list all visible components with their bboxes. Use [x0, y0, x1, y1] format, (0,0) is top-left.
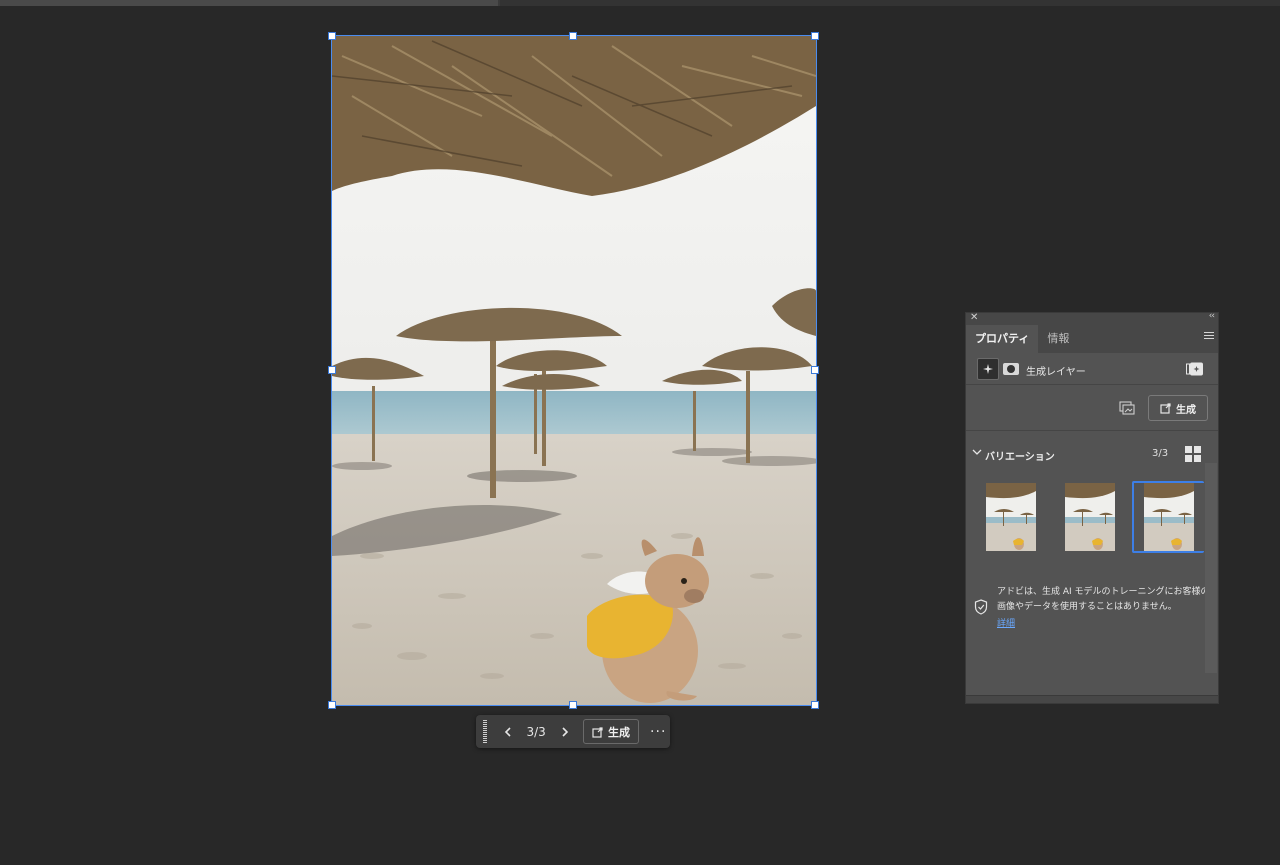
panel-scrollbar[interactable] — [1205, 463, 1217, 673]
panel-generate-button[interactable]: 生成 — [1148, 395, 1208, 421]
transform-handle-middle-left[interactable] — [328, 366, 336, 374]
contextual-taskbar: 3/3 生成 ··· — [476, 715, 670, 748]
taskbar-generate-button[interactable]: 生成 — [582, 719, 640, 744]
shield-check-icon — [974, 599, 988, 615]
layer-options-icon[interactable] — [1186, 362, 1204, 376]
chevron-right-icon — [562, 726, 568, 737]
variations-section-header: バリエーション 3/3 — [966, 443, 1218, 465]
layer-info-row: 生成レイヤー — [966, 353, 1218, 385]
chevron-left-icon — [504, 726, 511, 737]
more-options-button[interactable]: ··· — [646, 720, 670, 744]
next-variation-button[interactable] — [555, 720, 575, 744]
panel-title-bar[interactable]: ✕ ‹‹ — [966, 311, 1218, 325]
panel-bottom-bar — [966, 695, 1218, 703]
transform-handle-top-left[interactable] — [328, 32, 336, 40]
generative-layer-thumbnail[interactable] — [977, 358, 999, 380]
grid-view-icon[interactable] — [1185, 446, 1201, 462]
layer-name: 生成レイヤー — [1026, 367, 1086, 378]
taskbar-drag-handle[interactable] — [480, 720, 490, 743]
chevron-down-icon[interactable] — [972, 447, 982, 457]
variation-thumbnail-2[interactable] — [1065, 483, 1115, 551]
transform-handle-top-center[interactable] — [569, 32, 577, 40]
transform-handle-top-right[interactable] — [811, 32, 819, 40]
variation-counter: 3/3 — [526, 724, 546, 739]
variation-thumbnail-image — [1144, 483, 1194, 551]
variation-thumbnail-image — [1065, 483, 1115, 551]
panel-generate-label: 生成 — [1176, 404, 1196, 416]
notice-text: アドビは、生成 AI モデルのトレーニングにお客様の画像やデータを使用することは… — [997, 587, 1210, 612]
tab-info[interactable]: 情報 — [1038, 325, 1078, 353]
active-document-tab[interactable] — [0, 0, 498, 6]
variation-thumbnail-image — [986, 483, 1036, 551]
previous-variation-button[interactable] — [498, 720, 518, 744]
collapse-icon[interactable]: ‹‹ — [1209, 311, 1215, 321]
variation-thumbnail-1[interactable] — [986, 483, 1036, 551]
panel-menu-icon[interactable] — [1204, 332, 1214, 341]
generate-row: 生成 — [966, 385, 1218, 431]
variation-thumbnails — [966, 479, 1218, 555]
sparkle-icon — [983, 364, 993, 374]
close-icon[interactable]: ✕ — [970, 312, 978, 323]
properties-panel: ✕ ‹‹ プロパティ 情報 生成レイヤー 生成 バリエーション 3/3 アドビは… — [965, 311, 1219, 704]
transform-handle-bottom-left[interactable] — [328, 701, 336, 709]
beach-scene-illustration — [332, 36, 816, 705]
canvas-image[interactable] — [331, 35, 817, 706]
learn-more-link[interactable]: 詳細 — [997, 616, 1015, 629]
tab-strip-background — [500, 0, 1280, 6]
document-tab-strip — [0, 0, 1280, 6]
mask-icon[interactable] — [1003, 363, 1019, 375]
reference-image-icon[interactable] — [1119, 401, 1135, 415]
generate-icon — [592, 726, 603, 738]
transform-handle-bottom-right[interactable] — [811, 701, 819, 709]
taskbar-generate-label: 生成 — [607, 725, 630, 739]
variation-thumbnail-3[interactable] — [1144, 483, 1194, 551]
transform-handle-middle-right[interactable] — [811, 366, 819, 374]
ai-training-notice: アドビは、生成 AI モデルのトレーニングにお客様の画像やデータを使用することは… — [966, 585, 1218, 635]
transform-handle-bottom-center[interactable] — [569, 701, 577, 709]
variations-title: バリエーション — [985, 452, 1055, 463]
panel-tabs: プロパティ 情報 — [966, 325, 1218, 353]
generate-icon — [1160, 403, 1171, 414]
variations-count: 3/3 — [1152, 448, 1169, 459]
tab-properties[interactable]: プロパティ — [966, 325, 1039, 353]
